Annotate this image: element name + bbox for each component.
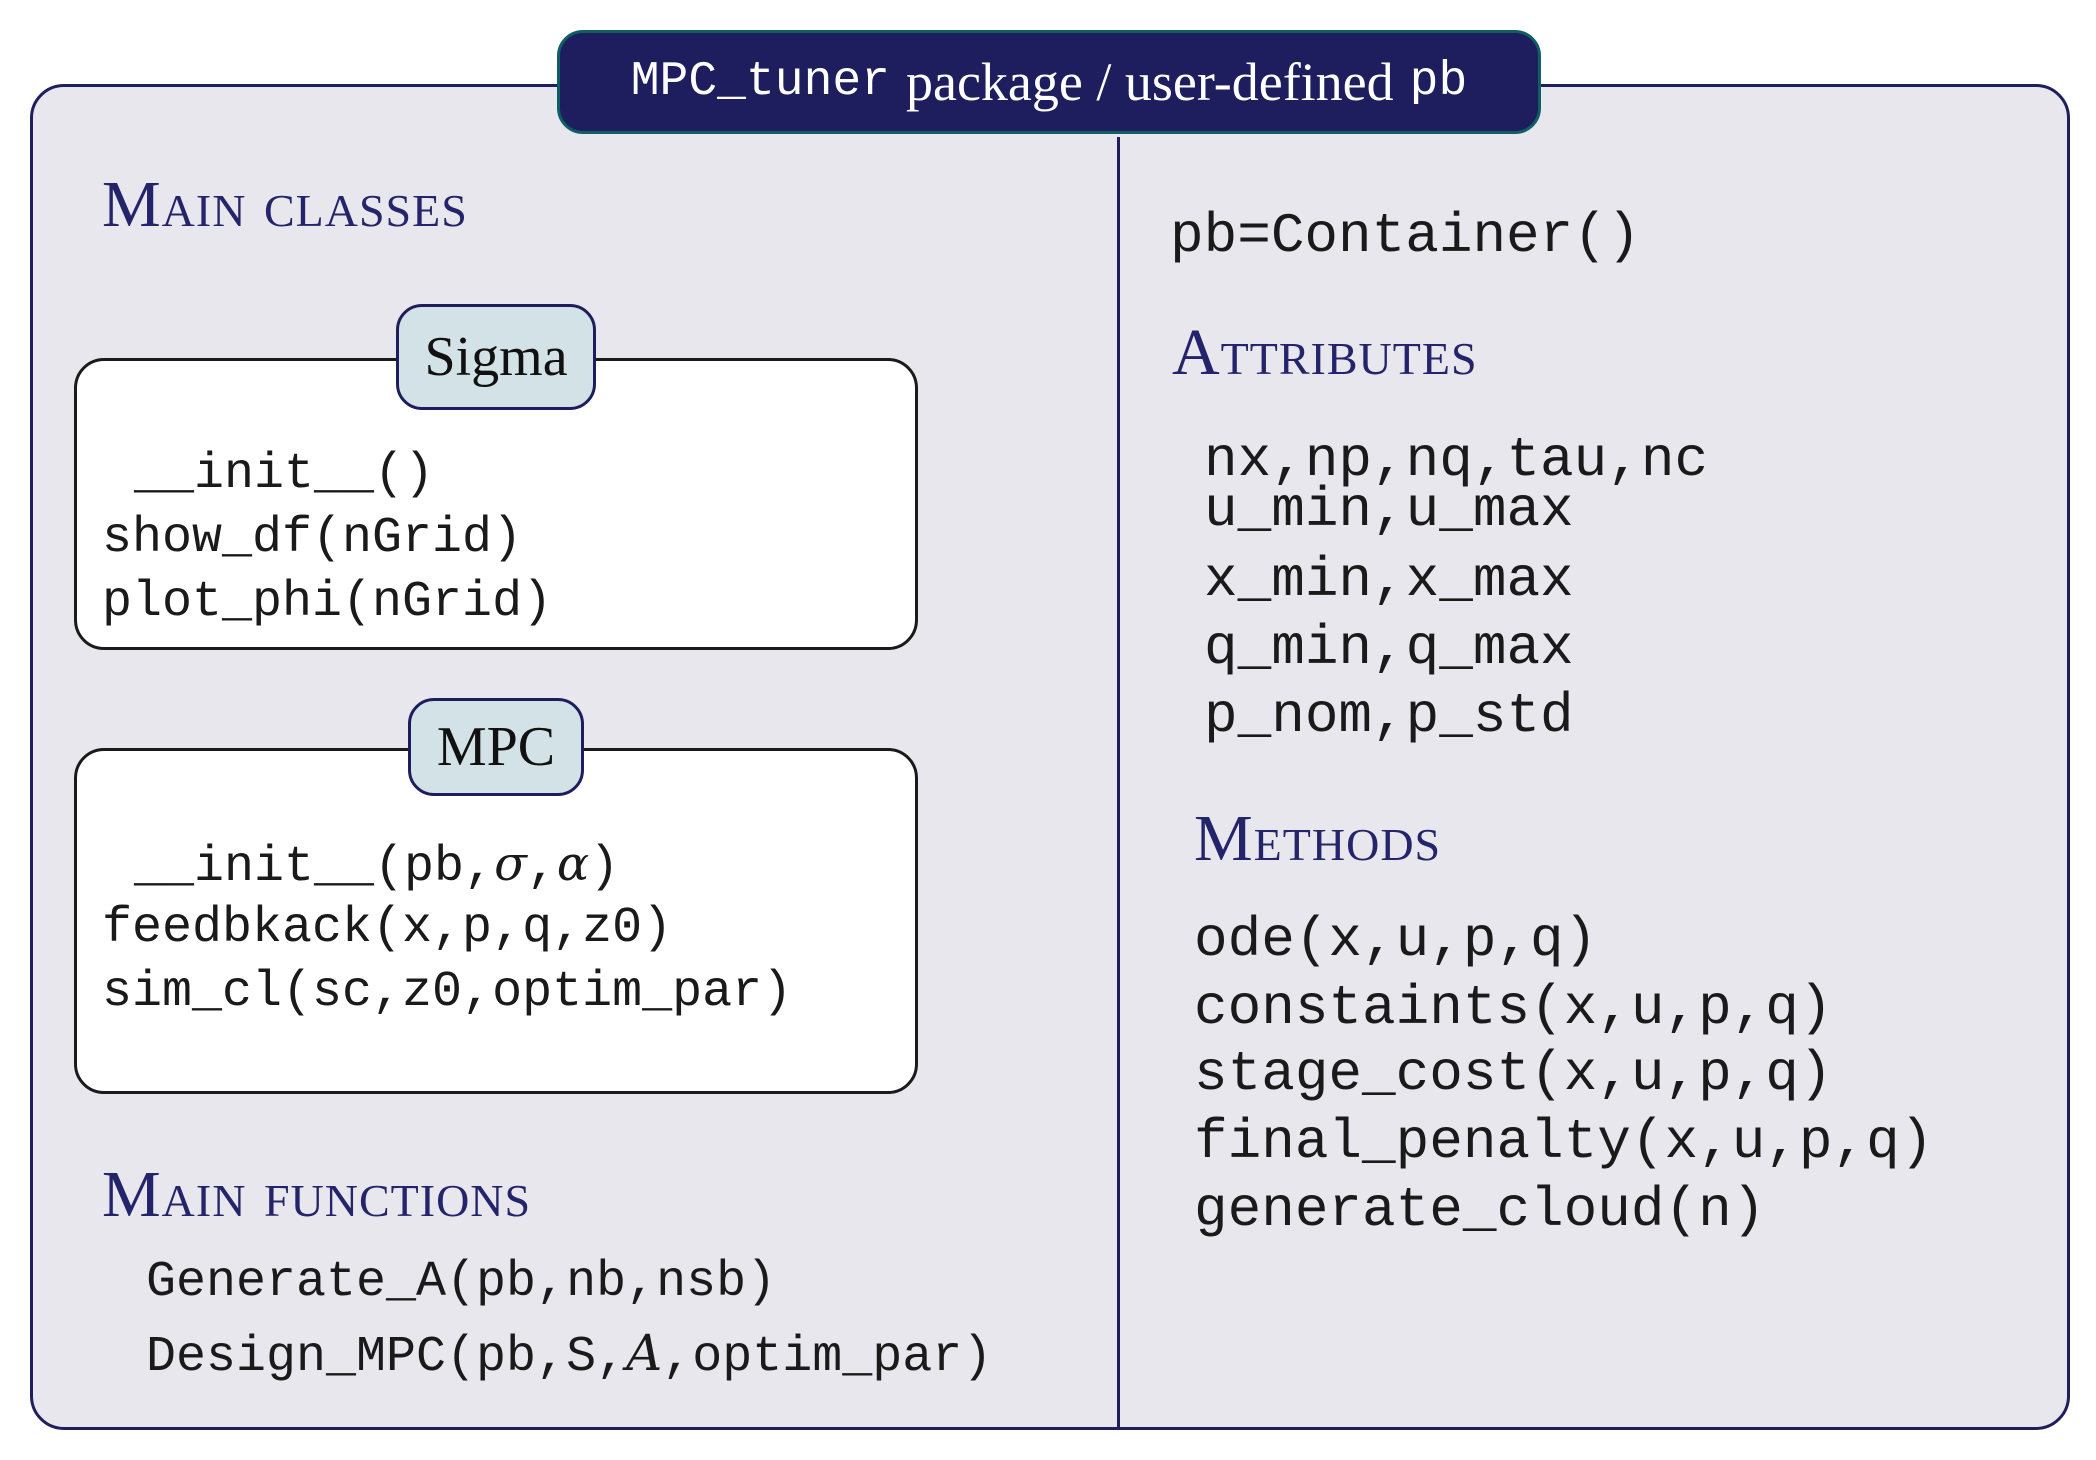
sigma-method-show-df: show_df(nGrid) <box>102 510 523 567</box>
design-mpc-suffix: ,optim_par) <box>662 1329 993 1386</box>
sigma-class-tag: Sigma <box>396 304 596 410</box>
main-classes-heading: Main classes <box>102 168 468 241</box>
column-divider <box>1117 137 1120 1429</box>
container-line: pb=Container() <box>1170 204 1641 268</box>
methods-heading: Methods <box>1194 802 1442 875</box>
mpc-class-tag: MPC <box>408 698 584 796</box>
title-text: package / user-defined <box>905 52 1394 112</box>
function-generate-a: Generate_A(pb,nb,nsb) <box>146 1254 777 1311</box>
attribute-line: x_min,x_max <box>1204 548 1574 612</box>
attribute-line: u_min,u_max <box>1204 478 1574 542</box>
attributes-heading: Attributes <box>1172 316 1478 389</box>
title-package-name: MPC_tuner <box>630 55 890 109</box>
attribute-line: p_nom,p_std <box>1204 684 1574 748</box>
design-mpc-prefix: Design_MPC(pb,S, <box>146 1329 627 1386</box>
mpc-method-sim-cl: sim_cl(sc,z0,optim_par) <box>102 964 793 1021</box>
mpc-init-comma: , <box>526 839 557 896</box>
attribute-line: q_min,q_max <box>1204 616 1574 680</box>
method-line: stage_cost(x,u,p,q) <box>1194 1042 1833 1106</box>
sigma-method-plot-phi: plot_phi(nGrid) <box>102 574 553 631</box>
method-line: constaints(x,u,p,q) <box>1194 976 1833 1040</box>
function-design-mpc: Design_MPC(pb,S,A,optim_par) <box>146 1328 992 1383</box>
mpc-method-feedback: feedbkack(x,p,q,z0) <box>102 900 673 957</box>
mpc-method-init: __init__(pb,σ,α) <box>134 840 619 893</box>
script-a-symbol: A <box>626 1324 663 1382</box>
title-badge: MPC_tuner package / user-defined pb <box>557 30 1541 134</box>
alpha-symbol: α <box>556 836 590 892</box>
method-line: ode(x,u,p,q) <box>1194 908 1598 972</box>
mpc-init-prefix: __init__(pb, <box>134 839 495 896</box>
sigma-method-init: __init__() <box>134 446 435 503</box>
method-line: generate_cloud(n) <box>1194 1178 1766 1242</box>
main-functions-heading: Main functions <box>102 1158 532 1231</box>
mpc-init-suffix: ) <box>589 839 620 896</box>
sigma-symbol: σ <box>494 836 527 892</box>
title-pb: pb <box>1409 55 1468 109</box>
method-line: final_penalty(x,u,p,q) <box>1194 1110 1934 1174</box>
